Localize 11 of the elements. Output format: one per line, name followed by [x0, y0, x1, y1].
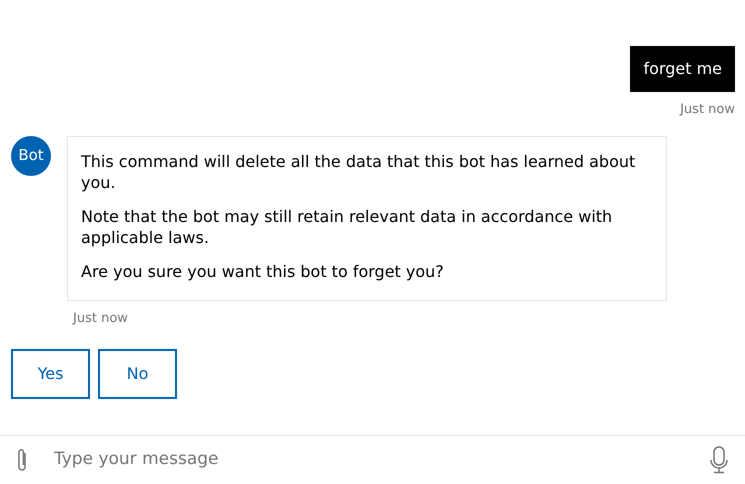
attachment-icon[interactable] [16, 447, 28, 473]
message-text: This command will delete all the data that this bot has learned about you. [81, 150, 636, 194]
suggested-action-button[interactable]: Yes [11, 348, 90, 399]
bot-avatar: Bot [11, 136, 51, 176]
message-timestamp: Just now [680, 101, 735, 119]
message-text: Are you sure you want this bot to forget you? [81, 260, 445, 282]
message-text: Note that the bot may still retain relevant data in accordance with applicable laws. [81, 206, 614, 249]
user-message-bubble: forget me [630, 46, 735, 92]
suggested-action-button[interactable]: No [98, 348, 177, 399]
microphone-icon[interactable] [709, 446, 729, 474]
message-timestamp: Just now [73, 310, 129, 328]
